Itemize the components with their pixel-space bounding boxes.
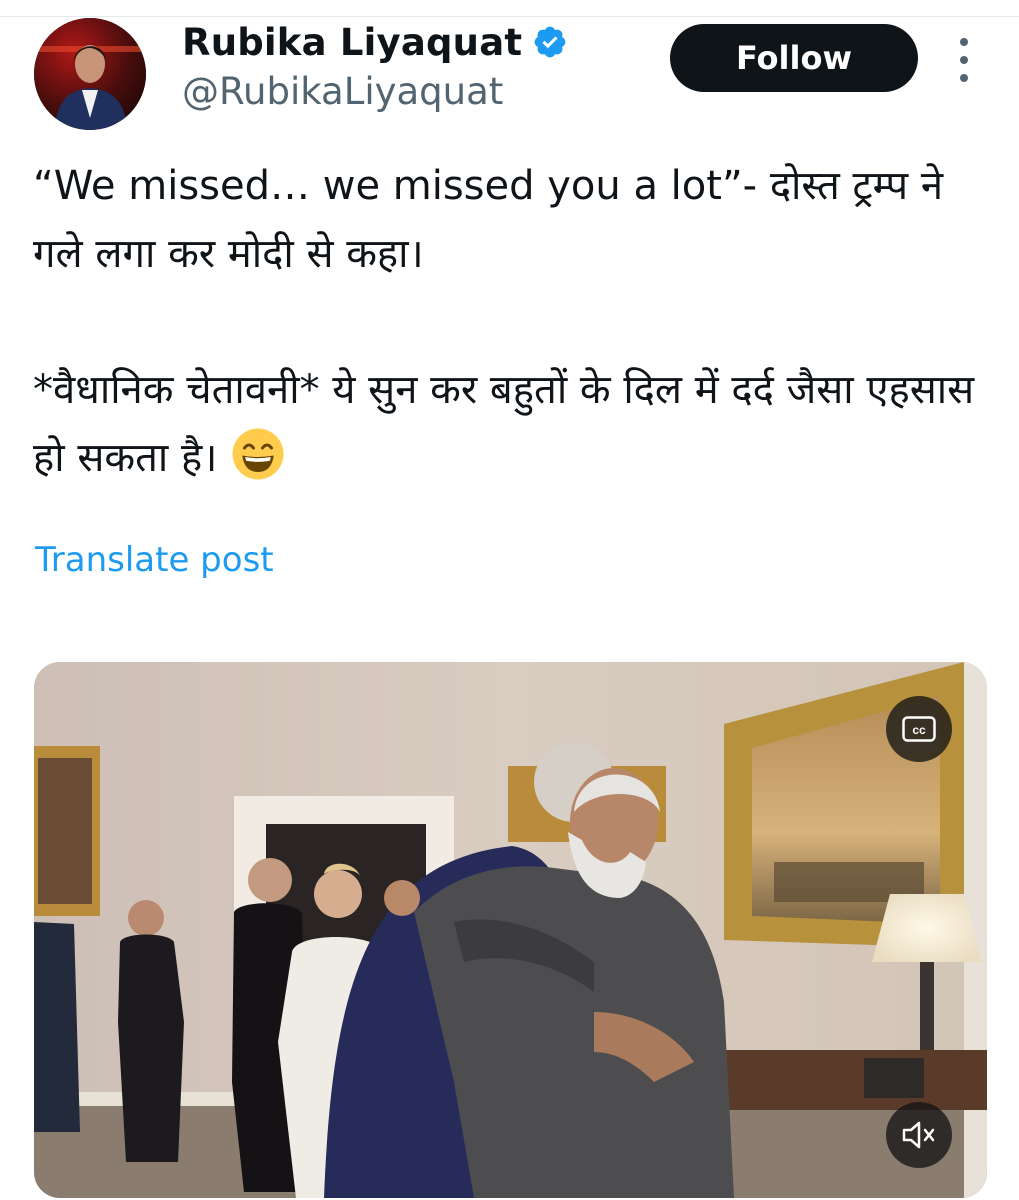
post-view: Rubika Liyaquat @RubikaLiyaquat Follow “… bbox=[0, 0, 1019, 1200]
closed-captions-button[interactable]: cc bbox=[886, 696, 952, 762]
author-display-name[interactable]: Rubika Liyaquat bbox=[182, 21, 522, 64]
more-dot bbox=[960, 56, 968, 64]
post-body: “We missed… we missed you a lot”- दोस्त … bbox=[33, 163, 975, 481]
cc-label: cc bbox=[912, 723, 926, 737]
more-dot bbox=[960, 38, 968, 46]
grinning-face-emoji-icon bbox=[232, 428, 284, 480]
top-divider bbox=[0, 0, 1019, 17]
speaker-muted-icon bbox=[902, 1121, 935, 1149]
author-handle[interactable]: @RubikaLiyaquat bbox=[182, 70, 503, 113]
translate-post-link[interactable]: Translate post bbox=[35, 540, 274, 580]
closed-captions-icon: cc bbox=[902, 716, 936, 742]
more-dot bbox=[960, 74, 968, 82]
more-options-icon[interactable] bbox=[950, 38, 978, 82]
avatar-image bbox=[34, 18, 146, 130]
video-player[interactable]: cc bbox=[34, 662, 987, 1198]
post-text: “We missed… we missed you a lot”- दोस्त … bbox=[33, 152, 993, 492]
verified-badge-icon bbox=[534, 26, 566, 58]
avatar[interactable] bbox=[34, 18, 146, 130]
author-name-row[interactable]: Rubika Liyaquat bbox=[182, 18, 568, 66]
follow-button[interactable]: Follow bbox=[670, 24, 918, 92]
video-frame bbox=[34, 662, 987, 1198]
mute-button[interactable] bbox=[886, 1102, 952, 1168]
